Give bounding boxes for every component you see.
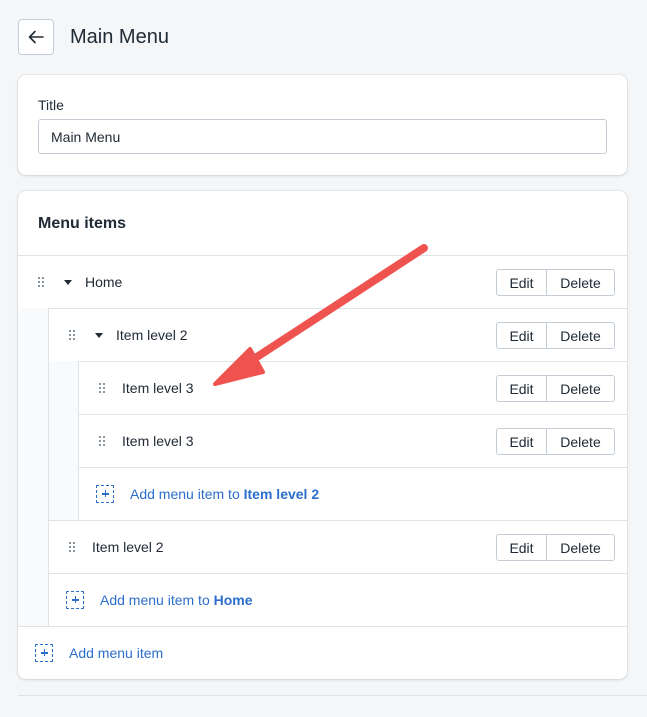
add-link-text: Add menu item to Home xyxy=(100,592,253,608)
title-card: Title xyxy=(18,75,627,175)
add-item-icon xyxy=(35,644,53,662)
add-item-icon xyxy=(66,591,84,609)
delete-button[interactable]: Delete xyxy=(547,269,615,296)
drag-handle-icon[interactable] xyxy=(99,435,107,447)
delete-button[interactable]: Delete xyxy=(547,534,615,561)
menu-item-row-level2: Item level 2 Edit Delete xyxy=(48,308,627,361)
add-link-prefix: Add menu item to xyxy=(100,592,214,608)
page-header: Main Menu xyxy=(18,19,169,55)
row-actions: Edit Delete xyxy=(496,534,615,561)
caret-down-icon[interactable] xyxy=(64,279,72,285)
title-label: Title xyxy=(38,97,64,113)
edit-button[interactable]: Edit xyxy=(496,322,547,349)
add-link-target: Item level 2 xyxy=(243,486,320,502)
add-menu-item[interactable]: Add menu item xyxy=(18,626,627,679)
menu-item-label: Item level 2 xyxy=(92,539,164,555)
drag-handle-icon[interactable] xyxy=(38,276,46,288)
edit-button[interactable]: Edit xyxy=(496,375,547,402)
row-actions: Edit Delete xyxy=(496,322,615,349)
edit-button[interactable]: Edit xyxy=(496,534,547,561)
indent-guide xyxy=(18,308,48,626)
add-link-text: Add menu item xyxy=(69,645,164,661)
drag-handle-icon[interactable] xyxy=(99,382,107,394)
back-button[interactable] xyxy=(18,19,54,55)
add-menu-item-to-level2[interactable]: Add menu item to Item level 2 xyxy=(78,467,627,520)
menu-item-label: Item level 2 xyxy=(116,327,188,343)
menu-items-card: Menu items Home Edit Delete Item level 2… xyxy=(18,191,627,679)
delete-button[interactable]: Delete xyxy=(547,375,615,402)
delete-button[interactable]: Delete xyxy=(547,428,615,455)
title-input[interactable] xyxy=(38,119,607,154)
menu-item-label: Item level 3 xyxy=(122,433,194,449)
edit-button[interactable]: Edit xyxy=(496,269,547,296)
row-actions: Edit Delete xyxy=(496,269,615,296)
add-link-prefix: Add menu item to xyxy=(130,486,244,502)
drag-handle-icon[interactable] xyxy=(69,541,77,553)
menu-item-row-home: Home Edit Delete xyxy=(18,255,627,308)
menu-item-row-level3: Item level 3 Edit Delete xyxy=(78,361,627,414)
menu-items-heading: Menu items xyxy=(38,215,127,232)
drag-handle-icon[interactable] xyxy=(69,329,77,341)
row-actions: Edit Delete xyxy=(496,428,615,455)
row-actions: Edit Delete xyxy=(496,375,615,402)
menu-item-row-level2: Item level 2 Edit Delete xyxy=(48,520,627,573)
arrow-left-icon xyxy=(28,30,44,44)
add-link-target: Home xyxy=(213,592,253,608)
edit-button[interactable]: Edit xyxy=(496,428,547,455)
menu-item-label: Home xyxy=(85,274,123,290)
page-divider xyxy=(18,695,647,696)
add-link-text: Add menu item to Item level 2 xyxy=(130,486,319,502)
delete-button[interactable]: Delete xyxy=(547,322,615,349)
caret-down-icon[interactable] xyxy=(95,332,103,338)
page-title: Main Menu xyxy=(70,25,169,48)
add-item-icon xyxy=(96,485,114,503)
menu-item-label: Item level 3 xyxy=(122,380,194,396)
add-menu-item-to-home[interactable]: Add menu item to Home xyxy=(48,573,627,626)
menu-item-row-level3: Item level 3 Edit Delete xyxy=(78,414,627,467)
indent-guide xyxy=(48,361,78,520)
